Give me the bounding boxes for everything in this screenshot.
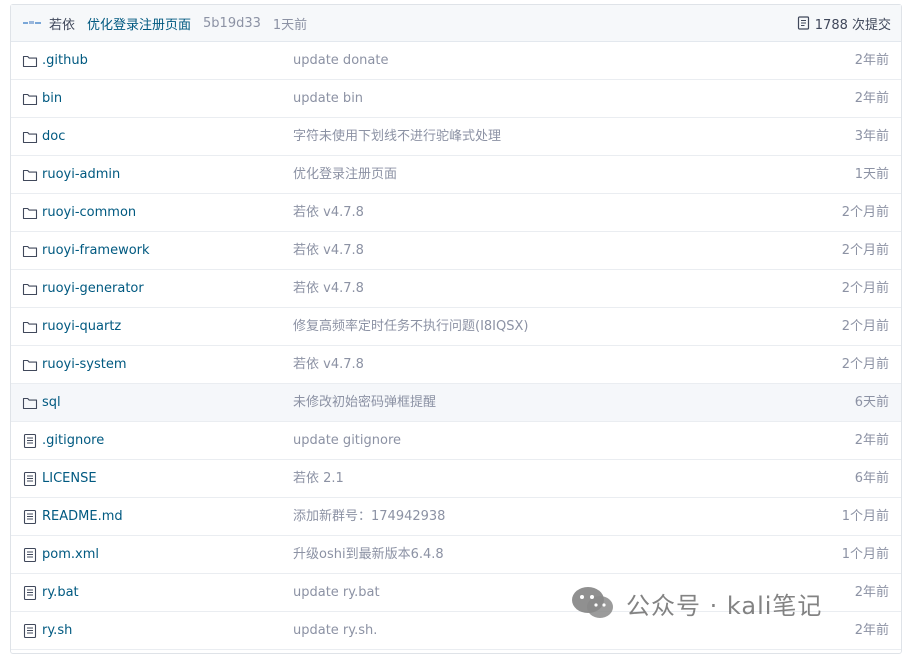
file-tree-panel: 若依 优化登录注册页面 5b19d33 1天前 1788 次提交 .github…	[10, 4, 902, 654]
commit-time: 2个月前	[841, 319, 889, 334]
file-tree-row[interactable]: ruoyi-admin 优化登录注册页面 1天前	[11, 156, 901, 194]
author-avatar[interactable]	[23, 18, 41, 28]
folder-link[interactable]: bin	[42, 80, 62, 117]
file-tree-row[interactable]: sql 未修改初始密码弹框提醒 6天前	[11, 384, 901, 422]
commit-message[interactable]: update ry.bat	[293, 574, 380, 611]
folder-icon	[22, 91, 38, 107]
folder-link[interactable]: doc	[42, 118, 65, 155]
file-icon	[22, 471, 38, 487]
file-link[interactable]: ry.sh	[42, 612, 72, 649]
folder-icon	[22, 281, 38, 297]
folder-icon	[22, 167, 38, 183]
file-tree-row[interactable]: LICENSE 若依 2.1 6年前	[11, 460, 901, 498]
folder-link[interactable]: ruoyi-admin	[42, 156, 120, 193]
commit-time: 3年前	[854, 129, 889, 144]
commit-message[interactable]: 字符未使用下划线不进行驼峰式处理	[293, 118, 501, 155]
folder-icon	[22, 395, 38, 411]
commit-message[interactable]: update donate	[293, 42, 388, 79]
commit-message[interactable]: 升级oshi到最新版本6.4.8	[293, 536, 444, 573]
file-tree-row[interactable]: ruoyi-system 若依 v4.7.8 2个月前	[11, 346, 901, 384]
commit-author[interactable]: 若依	[49, 14, 75, 33]
file-tree-row[interactable]: doc 字符未使用下划线不进行驼峰式处理 3年前	[11, 118, 901, 156]
commit-time: 2个月前	[841, 281, 889, 296]
file-link[interactable]: .gitignore	[42, 422, 104, 459]
file-tree-row[interactable]: pom.xml 升级oshi到最新版本6.4.8 1个月前	[11, 536, 901, 574]
commits-icon	[797, 16, 809, 30]
commit-message[interactable]: 添加新群号：174942938	[293, 498, 445, 535]
file-tree-row[interactable]: ry.sh update ry.sh. 2年前	[11, 612, 901, 650]
commit-time: 1天前	[854, 167, 889, 182]
commit-message[interactable]: 若依 2.1	[293, 460, 344, 497]
file-tree-row[interactable]: ruoyi-framework 若依 v4.7.8 2个月前	[11, 232, 901, 270]
latest-commit-bar: 若依 优化登录注册页面 5b19d33 1天前 1788 次提交	[11, 5, 901, 42]
file-tree-row[interactable]: bin update bin 2年前	[11, 80, 901, 118]
file-tree-row[interactable]: ruoyi-common 若依 v4.7.8 2个月前	[11, 194, 901, 232]
commit-message[interactable]: 未修改初始密码弹框提醒	[293, 384, 436, 421]
file-icon	[22, 509, 38, 525]
commit-message-link[interactable]: 优化登录注册页面	[87, 14, 191, 33]
commit-time: 2年前	[854, 585, 889, 600]
folder-link[interactable]: ruoyi-framework	[42, 232, 150, 269]
folder-link[interactable]: ruoyi-system	[42, 346, 127, 383]
file-tree-row[interactable]: README.md 添加新群号：174942938 1个月前	[11, 498, 901, 536]
commit-time: 2年前	[854, 53, 889, 68]
commit-message[interactable]: 若依 v4.7.8	[293, 346, 364, 383]
commit-message[interactable]: update ry.sh.	[293, 612, 377, 649]
file-tree-row[interactable]: ruoyi-generator 若依 v4.7.8 2个月前	[11, 270, 901, 308]
commit-message[interactable]: 修复高频率定时任务不执行问题(I8IQSX)	[293, 308, 528, 345]
file-link[interactable]: ry.bat	[42, 574, 79, 611]
commit-time: 1个月前	[841, 509, 889, 524]
commit-time: 2年前	[854, 91, 889, 106]
commit-message[interactable]: update bin	[293, 80, 363, 117]
file-icon	[22, 585, 38, 601]
commit-time: 6天前	[854, 395, 889, 410]
file-list: .github update donate 2年前 bin update bin 2年前 d…	[11, 42, 901, 650]
commit-message[interactable]: 若依 v4.7.8	[293, 232, 364, 269]
folder-icon	[22, 53, 38, 69]
commit-time: 2年前	[854, 433, 889, 448]
folder-link[interactable]: ruoyi-quartz	[42, 308, 121, 345]
commit-message[interactable]: 优化登录注册页面	[293, 156, 397, 193]
file-icon	[22, 433, 38, 449]
file-icon	[22, 623, 38, 639]
folder-icon	[22, 319, 38, 335]
commit-count-link[interactable]: 1788 次提交	[797, 5, 891, 41]
commit-time: 2年前	[854, 623, 889, 638]
folder-icon	[22, 243, 38, 259]
folder-icon	[22, 205, 38, 221]
commit-time: 6年前	[854, 471, 889, 486]
folder-icon	[22, 357, 38, 373]
file-link[interactable]: LICENSE	[42, 460, 97, 497]
commit-sha[interactable]: 5b19d33	[203, 16, 261, 31]
commit-time: 1天前	[272, 17, 308, 33]
commit-message[interactable]: 若依 v4.7.8	[293, 270, 364, 307]
file-tree-row[interactable]: .gitignore update gitignore 2年前	[11, 422, 901, 460]
folder-link[interactable]: ruoyi-common	[42, 194, 136, 231]
folder-link[interactable]: sql	[42, 384, 61, 421]
file-icon	[22, 547, 38, 563]
folder-icon	[22, 129, 38, 145]
folder-link[interactable]: ruoyi-generator	[42, 270, 144, 307]
commit-time: 2个月前	[841, 243, 889, 258]
file-link[interactable]: README.md	[42, 498, 123, 535]
file-link[interactable]: pom.xml	[42, 536, 99, 573]
file-tree-row[interactable]: ruoyi-quartz 修复高频率定时任务不执行问题(I8IQSX) 2个月前	[11, 308, 901, 346]
folder-link[interactable]: .github	[42, 42, 88, 79]
commit-message[interactable]: update gitignore	[293, 422, 401, 459]
commit-time: 1个月前	[841, 547, 889, 562]
commit-time: 2个月前	[841, 357, 889, 372]
file-tree-row[interactable]: ry.bat update ry.bat 2年前	[11, 574, 901, 612]
commit-time: 2个月前	[841, 205, 889, 220]
commit-count-label: 1788 次提交	[814, 17, 891, 33]
file-tree-row[interactable]: .github update donate 2年前	[11, 42, 901, 80]
commit-message[interactable]: 若依 v4.7.8	[293, 194, 364, 231]
